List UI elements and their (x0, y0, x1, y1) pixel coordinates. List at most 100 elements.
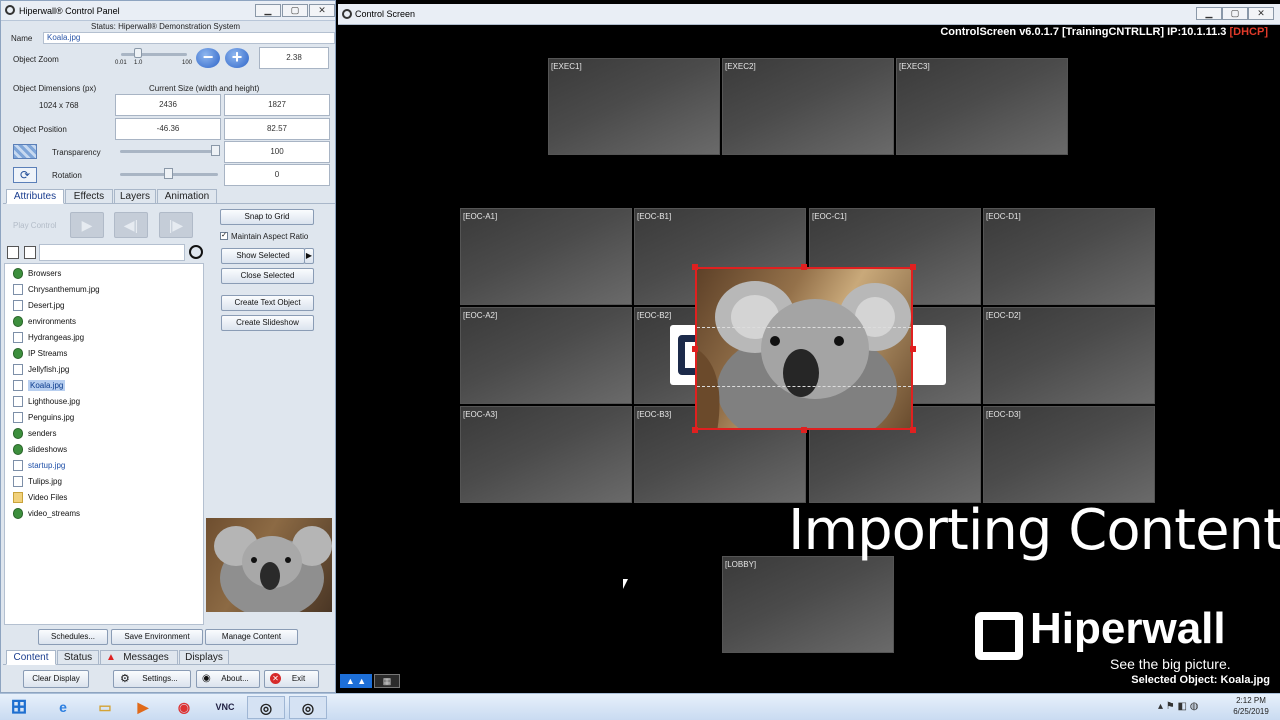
clock-time[interactable]: 2:12 PM (1228, 696, 1274, 705)
control-panel-titlebar[interactable]: Hiperwall® Control Panel ▁ ▢ ✕ (1, 1, 335, 21)
tab-effects[interactable]: Effects (65, 189, 113, 204)
show-selected-button[interactable]: Show Selected (221, 248, 305, 264)
tray-icons[interactable]: ▴ ⚑ ◧ ◍ (1158, 701, 1199, 712)
hiperwall-control-panel-task-icon[interactable]: ◎ (247, 696, 285, 719)
display-tile[interactable]: [EXEC2] (722, 58, 894, 155)
list-item[interactable]: Browsers (13, 266, 61, 282)
tab-animation[interactable]: Animation (157, 189, 217, 204)
zoom-out-button[interactable]: − (196, 48, 220, 68)
rotation-value-field[interactable]: 0 (224, 164, 330, 186)
resize-handle[interactable] (692, 264, 698, 270)
resize-handle[interactable] (910, 346, 916, 352)
create-slideshow-button[interactable]: Create Slideshow (221, 315, 314, 331)
create-text-object-button[interactable]: Create Text Object (221, 295, 314, 311)
grid-view-icon[interactable]: ▦ (374, 674, 400, 688)
snap-to-grid-button[interactable]: Snap to Grid (220, 209, 314, 225)
width-field[interactable]: 2436 (115, 94, 221, 116)
list-item[interactable]: video_streams (13, 506, 80, 522)
display-tile[interactable]: [LOBBY] (722, 556, 894, 653)
list-item-selected[interactable]: Koala.jpg (13, 378, 66, 394)
position-y-field[interactable]: 82.57 (224, 118, 330, 140)
search-input[interactable] (39, 244, 185, 261)
display-tile[interactable]: [EOC-D2] (983, 307, 1155, 404)
list-item[interactable]: Hydrangeas.jpg (13, 330, 84, 346)
close-icon[interactable]: ✕ (309, 4, 335, 17)
next-icon[interactable]: |▶ (159, 212, 193, 238)
tab-attributes[interactable]: Attributes (6, 189, 64, 204)
display-tile[interactable]: [EOC-A3] (460, 406, 632, 503)
save-environment-button[interactable]: Save Environment (111, 629, 203, 645)
aspect-ratio-checkbox[interactable]: ✓ (220, 232, 228, 240)
list-item[interactable]: Lighthouse.jpg (13, 394, 80, 410)
settings-button[interactable]: ⚙ Settings... (113, 670, 191, 688)
resize-handle[interactable] (801, 427, 807, 433)
about-button[interactable]: ◉ About... (196, 670, 260, 688)
file-explorer-icon[interactable]: ▭ (86, 696, 124, 719)
tab-layers[interactable]: Layers (114, 189, 156, 204)
maximize-icon[interactable]: ▢ (282, 4, 308, 17)
previous-icon[interactable]: ◀| (114, 212, 148, 238)
tab-content[interactable]: Content (6, 650, 56, 665)
media-player-icon[interactable]: ▶ (124, 696, 162, 719)
maximize-icon[interactable]: ▢ (1222, 7, 1248, 20)
start-icon[interactable]: ⊞ (2, 696, 36, 719)
transparency-slider-thumb[interactable] (211, 145, 220, 156)
list-item[interactable]: senders (13, 426, 56, 442)
transparency-slider[interactable] (120, 150, 218, 153)
display-tile[interactable]: [EOC-D3] (983, 406, 1155, 503)
clear-display-button[interactable]: Clear Display (23, 670, 89, 688)
close-selected-button[interactable]: Close Selected (221, 268, 314, 284)
clock-date[interactable]: 6/25/2019 (1228, 707, 1274, 716)
minimize-icon[interactable]: ▁ (1196, 7, 1222, 20)
name-field[interactable]: Koala.jpg (43, 32, 335, 44)
selected-koala-object[interactable] (695, 267, 913, 430)
vnc-icon[interactable]: VNC (206, 696, 244, 719)
list-item[interactable]: Jellyfish.jpg (13, 362, 69, 378)
minimize-icon[interactable]: ▁ (255, 4, 281, 17)
list-item[interactable]: IP Streams (13, 346, 67, 362)
close-icon[interactable]: ✕ (1248, 7, 1274, 20)
resize-handle[interactable] (910, 427, 916, 433)
collapse-all-icon[interactable] (24, 246, 36, 259)
list-item[interactable]: startup.jpg (13, 458, 65, 474)
tab-status[interactable]: Status (57, 650, 99, 665)
display-tile[interactable]: [EXEC1] (548, 58, 720, 155)
expand-all-icon[interactable] (7, 246, 19, 259)
list-item[interactable]: environments (13, 314, 76, 330)
display-tile[interactable]: [EOC-A1] (460, 208, 632, 305)
list-item[interactable]: Chrysanthemum.jpg (13, 282, 100, 298)
view-mode-icon[interactable]: ▲ ▲ (340, 674, 372, 688)
resize-handle[interactable] (910, 264, 916, 270)
chrome-icon[interactable]: ◉ (165, 696, 203, 719)
search-icon[interactable] (189, 245, 203, 259)
resize-handle[interactable] (692, 427, 698, 433)
resize-handle[interactable] (801, 264, 807, 270)
zoom-value-field[interactable]: 2.38 (259, 47, 329, 69)
control-screen-titlebar[interactable]: Control Screen ▁ ▢ ✕ (338, 4, 1280, 25)
resize-handle[interactable] (692, 346, 698, 352)
show-selected-arrow-icon[interactable]: ▶ (304, 248, 314, 264)
tab-displays[interactable]: Displays (179, 650, 229, 665)
zoom-slider-thumb[interactable] (134, 48, 142, 58)
list-item[interactable]: slideshows (13, 442, 67, 458)
exit-button[interactable]: ✕ Exit (264, 670, 319, 688)
list-item[interactable]: Video Files (13, 490, 67, 506)
hiperwall-control-screen-task-icon[interactable]: ◎ (289, 696, 327, 719)
position-x-field[interactable]: -46.36 (115, 118, 221, 140)
display-tile[interactable]: [EOC-A2] (460, 307, 632, 404)
zoom-in-button[interactable]: + (225, 48, 249, 68)
tab-messages[interactable]: ▲ Messages (100, 650, 178, 665)
display-tile[interactable]: [EXEC3] (896, 58, 1068, 155)
list-item[interactable]: Desert.jpg (13, 298, 64, 314)
manage-content-button[interactable]: Manage Content (205, 629, 298, 645)
internet-explorer-icon[interactable]: e (44, 696, 82, 719)
list-item[interactable]: Tulips.jpg (13, 474, 62, 490)
display-tile[interactable]: [EOC-D1] (983, 208, 1155, 305)
zoom-slider[interactable] (121, 53, 187, 56)
rotation-slider-thumb[interactable] (164, 168, 173, 179)
schedules-button[interactable]: Schedules... (38, 629, 108, 645)
list-item[interactable]: Penguins.jpg (13, 410, 74, 426)
play-icon[interactable]: ▶ (70, 212, 104, 238)
height-field[interactable]: 1827 (224, 94, 330, 116)
transparency-value-field[interactable]: 100 (224, 141, 330, 163)
